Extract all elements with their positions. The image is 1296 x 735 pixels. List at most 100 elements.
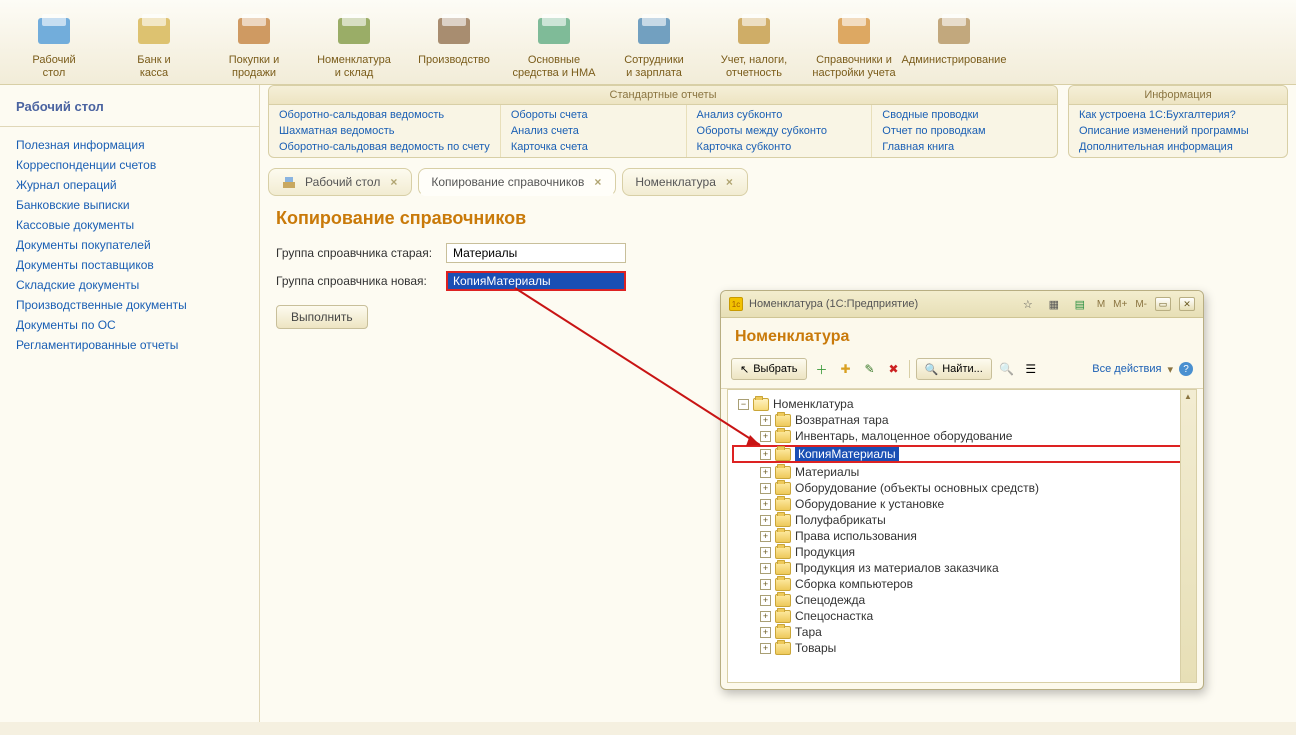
sidebar-link-9[interactable]: Документы по ОС (0, 315, 259, 335)
window-close-icon[interactable]: ✕ (1179, 297, 1195, 311)
memory-mplus[interactable]: M+ (1113, 299, 1127, 310)
scrollbar[interactable] (1180, 390, 1196, 682)
tab-close-0[interactable]: × (388, 175, 399, 189)
calendar-icon[interactable]: ▤ (1071, 295, 1089, 313)
ribbon-bank-cash[interactable]: Банк икасса (112, 8, 196, 80)
tree-item-11[interactable]: +Сборка компьютеров (732, 576, 1192, 592)
expander-icon[interactable]: + (760, 449, 771, 460)
info-link-2[interactable]: Дополнительная информация (1069, 139, 1287, 155)
tree-item-7[interactable]: +Полуфабрикаты (732, 512, 1192, 528)
tree-item-15[interactable]: +Товары (732, 640, 1192, 656)
report-link-1-0[interactable]: Обороты счета (501, 107, 686, 123)
tree-item-5[interactable]: +Оборудование (объекты основных средств) (732, 480, 1192, 496)
edit-icon[interactable]: ✎ (861, 360, 879, 378)
report-link-1-2[interactable]: Карточка счета (501, 139, 686, 155)
expander-icon[interactable]: + (760, 627, 771, 638)
tree-item-2[interactable]: +Инвентарь, малоценное оборудование (732, 428, 1192, 444)
help-icon[interactable]: ? (1179, 362, 1193, 376)
ribbon-fixed-assets[interactable]: Основныесредства и НМА (512, 8, 596, 80)
tree-item-14[interactable]: +Тара (732, 624, 1192, 640)
tree-item-8[interactable]: +Права использования (732, 528, 1192, 544)
sidebar-link-0[interactable]: Полезная информация (0, 135, 259, 155)
info-link-1[interactable]: Описание изменений программы (1069, 123, 1287, 139)
expander-icon[interactable]: + (760, 431, 771, 442)
report-link-1-1[interactable]: Анализ счета (501, 123, 686, 139)
expander-icon[interactable]: + (760, 563, 771, 574)
sidebar-link-4[interactable]: Кассовые документы (0, 215, 259, 235)
tree-item-0[interactable]: −Номенклатура (732, 396, 1192, 412)
report-link-0-1[interactable]: Шахматная ведомость (269, 123, 500, 139)
execute-button[interactable]: Выполнить (276, 305, 368, 329)
tree-item-3[interactable]: +КопияМатериалы (732, 445, 1192, 463)
tab-1[interactable]: Копирование справочников× (418, 168, 616, 196)
chevron-down-icon[interactable]: ▾ (1167, 363, 1173, 376)
ribbon-tax[interactable]: Учет, налоги,отчетность (712, 8, 796, 80)
tree-item-13[interactable]: +Спецоснастка (732, 608, 1192, 624)
tree-item-12[interactable]: +Спецодежда (732, 592, 1192, 608)
sidebar-link-3[interactable]: Банковские выписки (0, 195, 259, 215)
ribbon-desktop[interactable]: Рабочийстол (12, 8, 96, 80)
ribbon-employees[interactable]: Сотрудникии зарплата (612, 8, 696, 80)
tree-item-4[interactable]: +Материалы (732, 464, 1192, 480)
expander-icon[interactable]: − (738, 399, 749, 410)
dialog-titlebar[interactable]: 1c Номенклатура (1С:Предприятие) ☆ ▦ ▤ M… (721, 291, 1203, 318)
input-old-group[interactable] (446, 243, 626, 263)
tab-close-2[interactable]: × (724, 175, 735, 189)
sidebar-link-5[interactable]: Документы покупателей (0, 235, 259, 255)
expander-icon[interactable]: + (760, 643, 771, 654)
choose-button[interactable]: ↖ Выбрать (731, 358, 807, 380)
expander-icon[interactable]: + (760, 595, 771, 606)
delete-icon[interactable]: ✖ (885, 360, 903, 378)
memory-m[interactable]: M (1097, 299, 1105, 310)
calc-icon[interactable]: ▦ (1045, 295, 1063, 313)
new-item-icon[interactable]: ＋ (813, 360, 831, 378)
expander-icon[interactable]: + (760, 415, 771, 426)
expander-icon[interactable]: + (760, 547, 771, 558)
report-link-2-0[interactable]: Анализ субконто (687, 107, 872, 123)
info-link-0[interactable]: Как устроена 1С:Бухгалтерия? (1069, 107, 1287, 123)
report-link-0-0[interactable]: Оборотно-сальдовая ведомость (269, 107, 500, 123)
report-link-3-0[interactable]: Сводные проводки (872, 107, 1057, 123)
expander-icon[interactable]: + (760, 515, 771, 526)
favorite-icon[interactable]: ☆ (1019, 295, 1037, 313)
all-actions-link[interactable]: Все действия (1092, 363, 1161, 375)
tab-0[interactable]: Рабочий стол× (268, 168, 412, 196)
new-folder-icon[interactable]: ✚ (837, 360, 855, 378)
tab-2[interactable]: Номенклатура× (622, 168, 748, 196)
tree[interactable]: −Номенклатура+Возвратная тара+Инвентарь,… (727, 389, 1197, 683)
sidebar-link-10[interactable]: Регламентированные отчеты (0, 335, 259, 355)
expander-icon[interactable]: + (760, 483, 771, 494)
tree-item-1[interactable]: +Возвратная тара (732, 412, 1192, 428)
expander-icon[interactable]: + (760, 531, 771, 542)
tree-item-10[interactable]: +Продукция из материалов заказчика (732, 560, 1192, 576)
expander-icon[interactable]: + (760, 611, 771, 622)
tree-item-9[interactable]: +Продукция (732, 544, 1192, 560)
report-link-2-1[interactable]: Обороты между субконто (687, 123, 872, 139)
sidebar-link-6[interactable]: Документы поставщиков (0, 255, 259, 275)
ribbon-admin[interactable]: Администрирование (912, 8, 996, 80)
ribbon-nomenclature[interactable]: Номенклатураи склад (312, 8, 396, 80)
ribbon-sales[interactable]: Покупки ипродажи (212, 8, 296, 80)
window-restore-icon[interactable]: ▭ (1155, 297, 1171, 311)
input-new-group[interactable]: КопияМатериалы (446, 271, 626, 291)
report-link-0-2[interactable]: Оборотно-сальдовая ведомость по счету (269, 139, 500, 155)
find-button[interactable]: 🔍 Найти... (916, 358, 992, 380)
expander-icon[interactable]: + (760, 579, 771, 590)
expander-icon[interactable]: + (760, 499, 771, 510)
list-mode-icon[interactable]: ☰ (1022, 360, 1040, 378)
sidebar-link-7[interactable]: Складские документы (0, 275, 259, 295)
report-link-2-2[interactable]: Карточка субконто (687, 139, 872, 155)
tab-close-1[interactable]: × (592, 175, 603, 189)
clear-search-icon[interactable]: 🔍 (998, 360, 1016, 378)
sidebar-link-8[interactable]: Производственные документы (0, 295, 259, 315)
tree-label-6: Оборудование к установке (795, 497, 944, 511)
report-link-3-1[interactable]: Отчет по проводкам (872, 123, 1057, 139)
sidebar-link-1[interactable]: Корреспонденции счетов (0, 155, 259, 175)
expander-icon[interactable]: + (760, 467, 771, 478)
ribbon-production[interactable]: Производство (412, 8, 496, 80)
memory-mminus[interactable]: M- (1135, 299, 1147, 310)
report-link-3-2[interactable]: Главная книга (872, 139, 1057, 155)
ribbon-reference[interactable]: Справочники инастройки учета (812, 8, 896, 80)
tree-item-6[interactable]: + Оборудование к установке (732, 496, 1192, 512)
sidebar-link-2[interactable]: Журнал операций (0, 175, 259, 195)
